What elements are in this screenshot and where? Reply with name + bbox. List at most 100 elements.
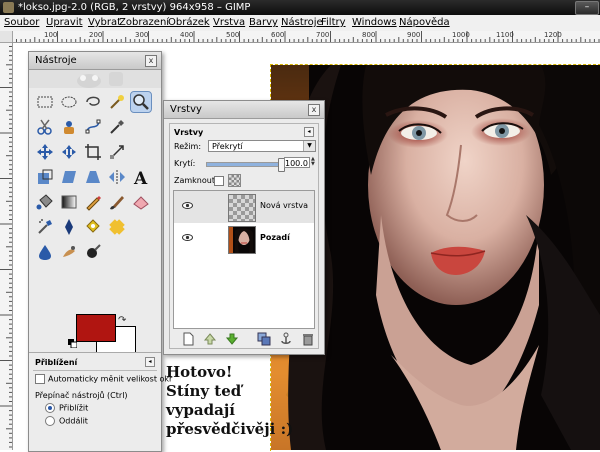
color-selector: ↷ xyxy=(68,314,149,354)
ellipse-select-icon[interactable] xyxy=(59,92,79,112)
shear-icon[interactable] xyxy=(59,167,79,187)
layer-thumbnail xyxy=(228,194,256,222)
smudge-icon[interactable] xyxy=(59,242,79,262)
zoom-in-label: Přiblížit xyxy=(59,403,89,413)
color-picker-icon[interactable] xyxy=(107,117,127,137)
rotate-icon[interactable] xyxy=(107,142,127,162)
menu-zobrazeni[interactable]: Zobrazení xyxy=(119,17,169,28)
heal-icon[interactable] xyxy=(107,217,127,237)
scissors-icon[interactable] xyxy=(35,117,55,137)
close-icon[interactable]: x xyxy=(308,104,320,116)
duplicate-layer-icon[interactable] xyxy=(257,332,271,346)
ruler-top-label: 1100 xyxy=(496,31,514,39)
dodge-burn-icon[interactable] xyxy=(83,242,103,262)
layers-panel-title: Vrstvy xyxy=(174,128,204,137)
ruler-top-label: 700 xyxy=(316,31,330,39)
tool-options-menu-icon[interactable]: ◂ xyxy=(145,357,155,367)
clone-icon[interactable] xyxy=(83,217,103,237)
paintbrush-icon[interactable] xyxy=(107,192,127,212)
opacity-slider[interactable] xyxy=(206,158,285,172)
move-icon[interactable] xyxy=(35,142,55,162)
menu-upravit[interactable]: Upravit xyxy=(46,17,83,28)
menu-obrazek[interactable]: Obrázek xyxy=(168,17,210,28)
default-colors-icon[interactable] xyxy=(68,339,77,348)
delete-layer-icon[interactable] xyxy=(301,332,315,346)
text-icon[interactable]: A xyxy=(131,167,151,189)
chevron-down-icon: ▼ xyxy=(303,141,315,151)
menu-barvy[interactable]: Barvy xyxy=(249,17,278,28)
align-icon[interactable] xyxy=(59,142,79,162)
menu-filtry[interactable]: Filtry xyxy=(321,17,346,28)
auto-resize-checkbox[interactable] xyxy=(35,374,45,384)
swap-colors-icon[interactable]: ↷ xyxy=(118,315,126,326)
layer-list[interactable]: Nová vrstva Pozadí xyxy=(173,190,315,329)
spin-arrows-icon[interactable]: ▲ ▼ xyxy=(311,157,316,168)
scale-icon[interactable] xyxy=(35,167,55,187)
menu-napoveda[interactable]: Nápověda xyxy=(399,17,450,28)
layers-menu-icon[interactable]: ◂ xyxy=(304,127,314,137)
blur-icon[interactable] xyxy=(35,242,55,262)
wilber-drop-area[interactable] xyxy=(29,70,161,88)
tutorial-caption: Hotovo! Stíny teď vypadají přesvědčivěji… xyxy=(166,363,293,439)
zoom-out-radio[interactable] xyxy=(45,416,55,426)
menu-soubor[interactable]: Soubor xyxy=(4,17,39,28)
fuzzy-select-icon[interactable] xyxy=(107,92,127,112)
zoom-in-radio[interactable] xyxy=(45,403,55,413)
toolbox-titlebar[interactable]: Nástroje x xyxy=(29,52,161,70)
eraser-icon[interactable] xyxy=(131,192,151,212)
eye-icon[interactable] xyxy=(182,202,193,209)
lasso-icon[interactable] xyxy=(83,92,103,112)
close-icon[interactable]: x xyxy=(145,55,157,67)
zoom-in-option[interactable]: Přiblížit xyxy=(45,403,88,413)
menu-vybrat[interactable]: Vybrat xyxy=(88,17,121,28)
layer-row-nova-vrstva[interactable]: Nová vrstva xyxy=(174,191,314,223)
toolbox-dock: Nástroje x A ↷ Přiblížení ◂ Automaticky … xyxy=(28,51,172,452)
bucket-fill-icon[interactable] xyxy=(35,192,55,212)
tool-options-panel: Přiblížení ◂ Automaticky měnit velikost … xyxy=(29,352,172,451)
zoom-icon[interactable] xyxy=(130,91,152,113)
caption-line: vypadají xyxy=(166,401,235,419)
crop-icon[interactable] xyxy=(83,142,103,162)
perspective-icon[interactable] xyxy=(83,167,103,187)
ruler-left[interactable] xyxy=(0,42,13,450)
ruler-top-label: 200 xyxy=(89,31,103,39)
zoom-out-option[interactable]: Oddálit xyxy=(45,416,88,426)
menu-nastroje[interactable]: Nástroje xyxy=(281,17,323,28)
menu-vrstva[interactable]: Vrstva xyxy=(213,17,245,28)
rect-select-icon[interactable] xyxy=(35,92,55,112)
ruler-top[interactable]: 100 200 300 400 500 600 700 800 900 1000… xyxy=(12,31,600,43)
layers-panel: Vrstvy ◂ Režim: Překrytí ▼ Krytí: 100.0 … xyxy=(169,123,319,349)
auto-resize-option[interactable]: Automaticky měnit velikost okr xyxy=(35,374,172,384)
new-layer-icon[interactable] xyxy=(181,332,195,346)
zoom-out-label: Oddálit xyxy=(59,416,88,426)
layer-row-pozadi[interactable]: Pozadí xyxy=(174,223,314,255)
layers-titlebar[interactable]: Vrstvy x xyxy=(164,101,324,119)
gradient-icon[interactable] xyxy=(59,192,79,212)
opacity-label: Krytí: xyxy=(174,159,196,168)
foreground-color-swatch[interactable] xyxy=(76,314,116,342)
foreground-select-icon[interactable] xyxy=(59,117,79,137)
eye-icon[interactable] xyxy=(182,234,193,241)
anchor-layer-icon[interactable] xyxy=(279,332,293,346)
raise-layer-icon[interactable] xyxy=(203,332,217,346)
lock-pixels-checkbox[interactable] xyxy=(214,176,224,186)
flip-icon[interactable] xyxy=(107,167,127,187)
lower-layer-icon[interactable] xyxy=(225,332,239,346)
airbrush-icon[interactable] xyxy=(35,217,55,237)
layer-name[interactable]: Pozadí xyxy=(260,233,290,242)
pencil-icon[interactable] xyxy=(83,192,103,212)
menu-windows[interactable]: Windows xyxy=(352,17,397,28)
ruler-top-label: 100 xyxy=(44,31,58,39)
opacity-slider-fill xyxy=(207,163,281,166)
paths-icon[interactable] xyxy=(83,117,103,137)
ink-icon[interactable] xyxy=(59,217,79,237)
mode-select[interactable]: Překrytí ▼ xyxy=(208,140,316,152)
ruler-top-label: 1200 xyxy=(544,31,562,39)
minimize-button[interactable]: – xyxy=(575,1,599,15)
svg-text:A: A xyxy=(133,169,148,187)
opacity-input[interactable]: 100.0 xyxy=(284,157,310,168)
lock-alpha-icon xyxy=(228,174,241,187)
layer-name[interactable]: Nová vrstva xyxy=(260,201,308,210)
wilber-logo-icon xyxy=(77,72,123,88)
mode-label: Režim: xyxy=(174,142,202,151)
